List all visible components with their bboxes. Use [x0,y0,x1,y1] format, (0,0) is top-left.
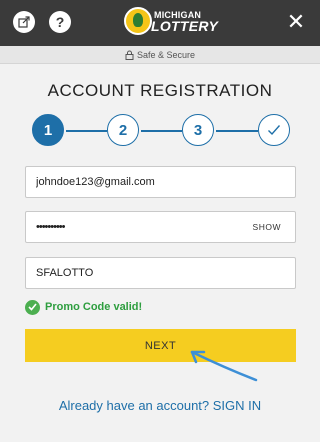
step-complete [258,114,290,146]
close-icon: ✕ [286,9,306,34]
page-title: ACCOUNT REGISTRATION [47,81,273,100]
step-2-label: 2 [118,121,128,139]
email-field-wrapper [25,166,296,198]
secure-label: Safe & Secure [136,49,196,60]
password-field-wrapper: SHOW [25,211,296,243]
lock-icon [125,50,134,60]
step-3-label: 3 [193,121,203,139]
step-1-label: 1 [43,121,53,139]
promo-valid-check-icon [25,299,40,315]
share-button[interactable] [13,11,35,33]
check-icon [268,125,281,136]
promo-code-field-wrapper [25,257,296,289]
logo-main-text: LOTTERY [151,18,219,34]
sign-in-link[interactable]: Already have an account? SIGN IN [0,398,320,413]
registration-stepper: 1 2 3 [32,114,292,148]
stepper-connector [141,130,182,132]
share-icon [18,16,30,28]
password-field[interactable] [36,221,285,233]
promo-status: Promo Code valid! [25,299,142,315]
stepper-connector [216,130,258,132]
show-password-button[interactable]: SHOW [253,222,281,232]
michigan-lottery-logo: MICHIGAN LOTTERY [124,6,218,40]
step-3: 3 [182,114,214,146]
help-icon: ? [55,14,65,30]
stepper-connector [66,130,107,132]
close-button[interactable]: ✕ [284,10,308,34]
help-button[interactable]: ? [49,11,71,33]
email-field[interactable] [36,176,285,188]
secure-bar: Safe & Secure [0,46,320,64]
promo-status-text: Promo Code valid! [45,301,143,313]
promo-code-field[interactable] [36,267,285,279]
top-bar: ? MICHIGAN LOTTERY ✕ [0,0,320,46]
step-2: 2 [107,114,139,146]
annotation-arrow-icon [190,350,258,382]
logo-seal-icon [124,7,152,35]
step-1: 1 [32,114,64,146]
